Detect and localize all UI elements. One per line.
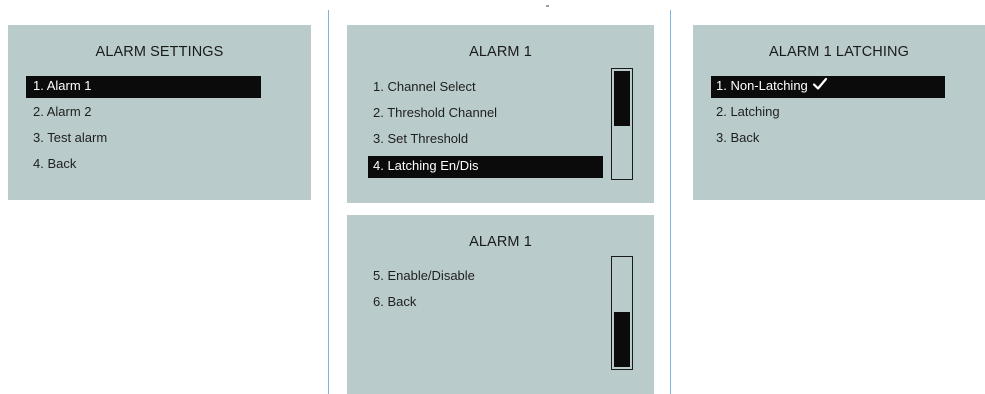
divider-left [328,10,329,394]
menu-item-back[interactable]: 4. Back [33,154,76,176]
menu-item-channel-select[interactable]: 1. Channel Select [373,77,476,99]
divider-right [670,10,671,394]
decorative-tick [546,5,549,7]
menu-item-set-threshold[interactable]: 3. Set Threshold [373,129,468,151]
menu-item-threshold-channel[interactable]: 2. Threshold Channel [373,103,497,125]
screen-title: ALARM 1 LATCHING [769,44,909,60]
scrollbar[interactable] [611,256,633,370]
menu-item-back[interactable]: 6. Back [373,292,416,314]
screen-title: ALARM SETTINGS [95,44,224,60]
alarm-1-screen-page-2: ALARM 1 5. Enable/Disable 6. Back [347,215,654,394]
menu-item-latching-en-dis[interactable]: 4. Latching En/Dis [368,156,603,178]
menu-item-alarm-1[interactable]: 1. Alarm 1 [26,76,261,98]
scrollbar-thumb[interactable] [614,312,630,367]
screen-title: ALARM 1 [469,234,532,250]
alarm-settings-screen: ALARM SETTINGS 1. Alarm 1 2. Alarm 2 3. … [8,25,311,200]
scrollbar-thumb[interactable] [614,71,630,126]
menu-item-label: 1. Non-Latching [716,78,808,93]
scrollbar[interactable] [611,68,633,180]
menu-item-alarm-2[interactable]: 2. Alarm 2 [33,102,92,124]
menu-item-latching[interactable]: 2. Latching [716,102,780,124]
menu-item-enable-disable[interactable]: 5. Enable/Disable [373,266,475,288]
alarm-1-screen-page-1: ALARM 1 1. Channel Select 2. Threshold C… [347,25,654,203]
menu-item-test-alarm[interactable]: 3. Test alarm [33,128,107,150]
screen-title: ALARM 1 [469,44,532,60]
menu-item-back[interactable]: 3. Back [716,128,759,150]
alarm-1-latching-screen: ALARM 1 LATCHING 1. Non-Latching 2. Latc… [693,25,985,200]
menu-item-non-latching[interactable]: 1. Non-Latching [711,76,945,98]
checkmark-icon [812,77,828,97]
